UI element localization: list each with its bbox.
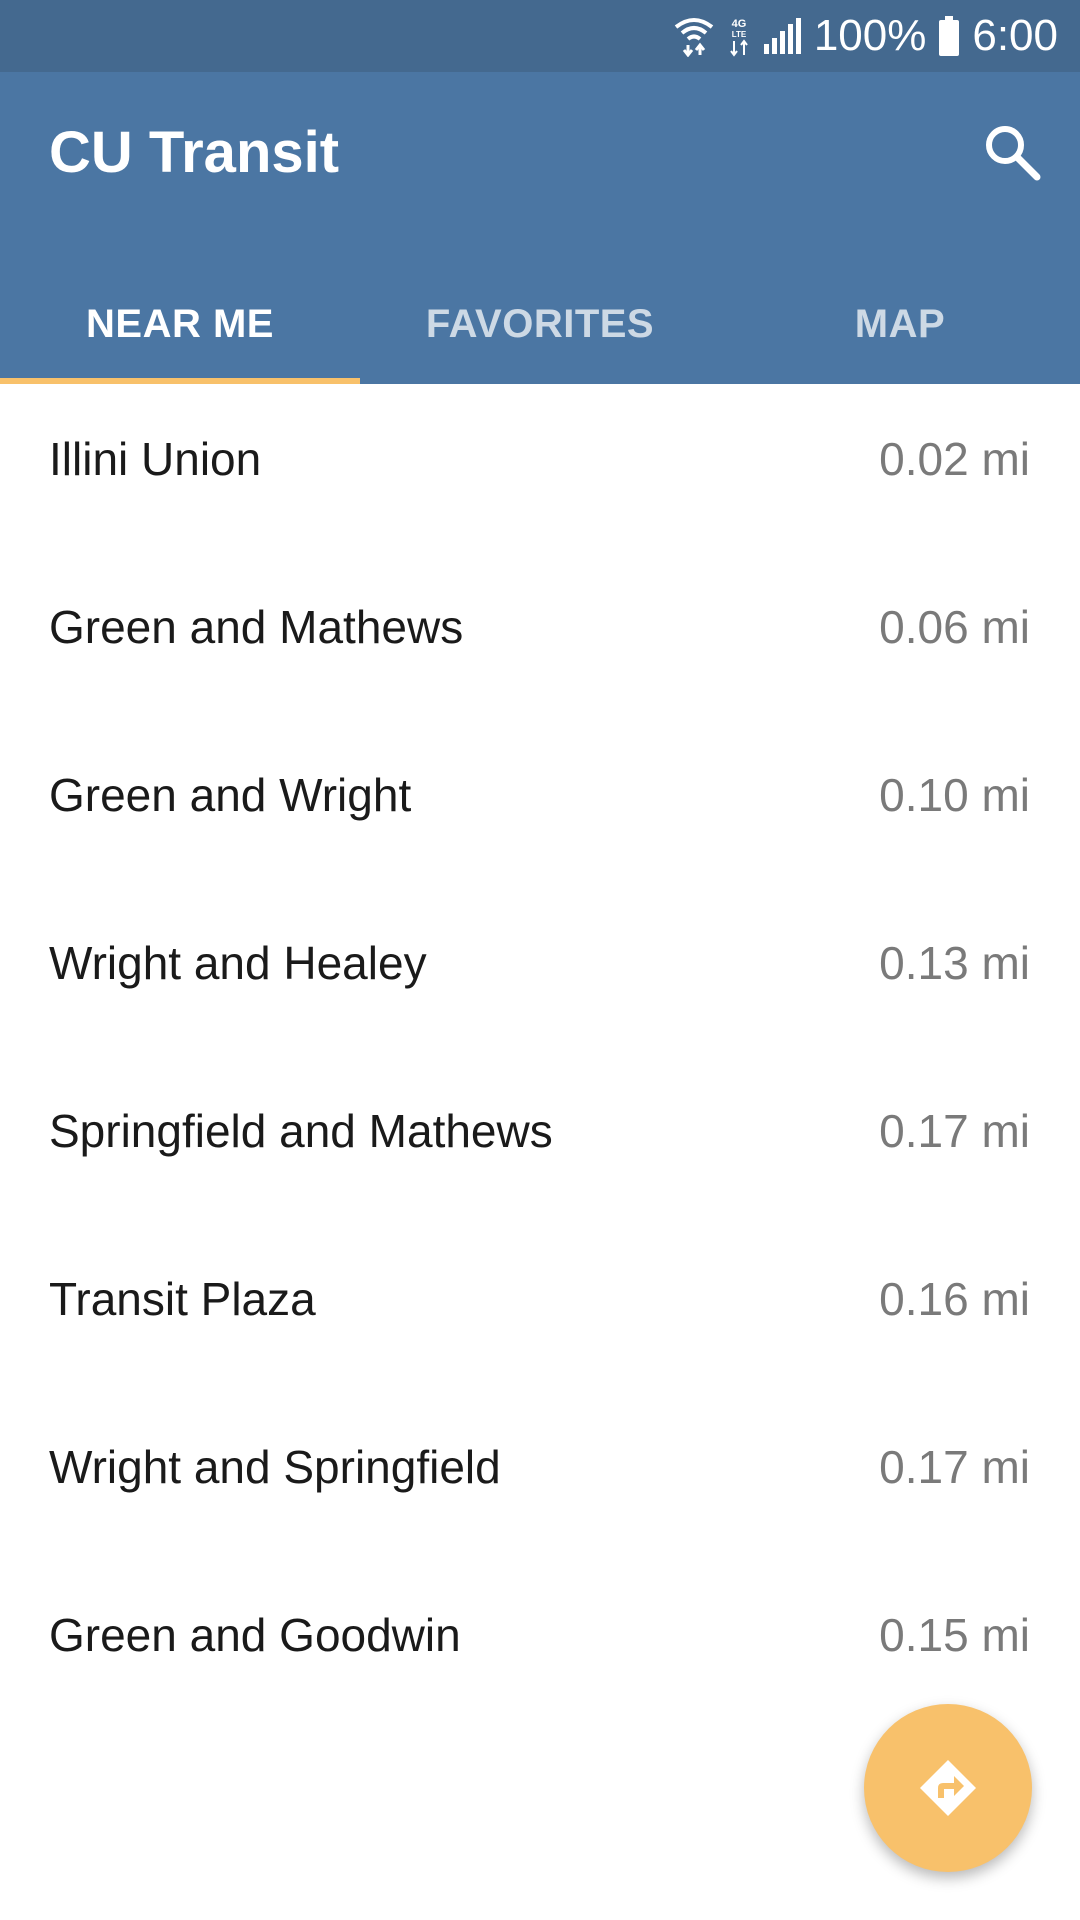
svg-text:4G: 4G <box>731 18 746 30</box>
status-bar: 4G LTE 100% 6:00 <box>0 0 1080 72</box>
list-item[interactable]: Green and Mathews 0.06 mi <box>0 552 1080 720</box>
directions-icon <box>920 1760 976 1816</box>
signal-icon <box>763 18 802 54</box>
stop-distance: 0.02 mi <box>879 433 1030 485</box>
clock: 6:00 <box>972 11 1058 60</box>
list-item[interactable]: Springfield and Mathews 0.17 mi <box>0 1056 1080 1224</box>
status-icons: 4G LTE 100% 6:00 <box>674 0 1058 72</box>
tab-label: FAVORITES <box>425 301 655 346</box>
stop-name: Green and Wright <box>49 769 412 821</box>
svg-text:LTE: LTE <box>732 30 747 39</box>
stop-distance: 0.10 mi <box>879 769 1030 821</box>
tab-favorites[interactable]: FAVORITES <box>360 264 720 384</box>
list-item[interactable]: Green and Goodwin 0.15 mi <box>0 1560 1080 1728</box>
nearby-stops-list: Illini Union 0.02 mi Green and Mathews 0… <box>0 384 1080 1728</box>
tab-bar: NEAR ME FAVORITES MAP <box>0 264 1080 384</box>
tab-label: MAP <box>854 301 946 346</box>
list-item[interactable]: Wright and Healey 0.13 mi <box>0 888 1080 1056</box>
stop-name: Transit Plaza <box>49 1273 316 1325</box>
list-item[interactable]: Transit Plaza 0.16 mi <box>0 1224 1080 1392</box>
stop-name: Green and Mathews <box>49 601 464 653</box>
stop-name: Wright and Springfield <box>49 1441 501 1493</box>
battery-icon <box>938 16 960 56</box>
tab-near-me[interactable]: NEAR ME <box>0 264 360 384</box>
stop-distance: 0.17 mi <box>879 1105 1030 1157</box>
tab-map[interactable]: MAP <box>720 264 1080 384</box>
search-icon <box>986 126 1041 181</box>
stop-name: Springfield and Mathews <box>49 1105 553 1157</box>
stop-distance: 0.17 mi <box>879 1441 1030 1493</box>
stop-name: Wright and Healey <box>49 937 427 989</box>
app-screen: 4G LTE 100% 6:00 CU Transit NEAR ME FAVO… <box>0 0 1080 1920</box>
wifi-icon <box>674 15 714 57</box>
battery-percent: 100% <box>813 11 927 60</box>
directions-fab[interactable] <box>864 1704 1032 1872</box>
app-title: CU Transit <box>49 120 340 185</box>
stop-name: Green and Goodwin <box>49 1609 461 1661</box>
stop-distance: 0.06 mi <box>879 601 1030 653</box>
stop-name: Illini Union <box>49 433 262 485</box>
lte-icon: 4G LTE <box>726 15 752 57</box>
search-button[interactable] <box>982 122 1042 182</box>
stop-distance: 0.15 mi <box>879 1609 1030 1661</box>
tab-label: NEAR ME <box>86 301 274 346</box>
stop-distance: 0.16 mi <box>879 1273 1030 1325</box>
app-bar: CU Transit NEAR ME FAVORITES MAP <box>0 72 1080 384</box>
list-item[interactable]: Wright and Springfield 0.17 mi <box>0 1392 1080 1560</box>
stop-distance: 0.13 mi <box>879 937 1030 989</box>
list-item[interactable]: Green and Wright 0.10 mi <box>0 720 1080 888</box>
list-item[interactable]: Illini Union 0.02 mi <box>0 384 1080 552</box>
